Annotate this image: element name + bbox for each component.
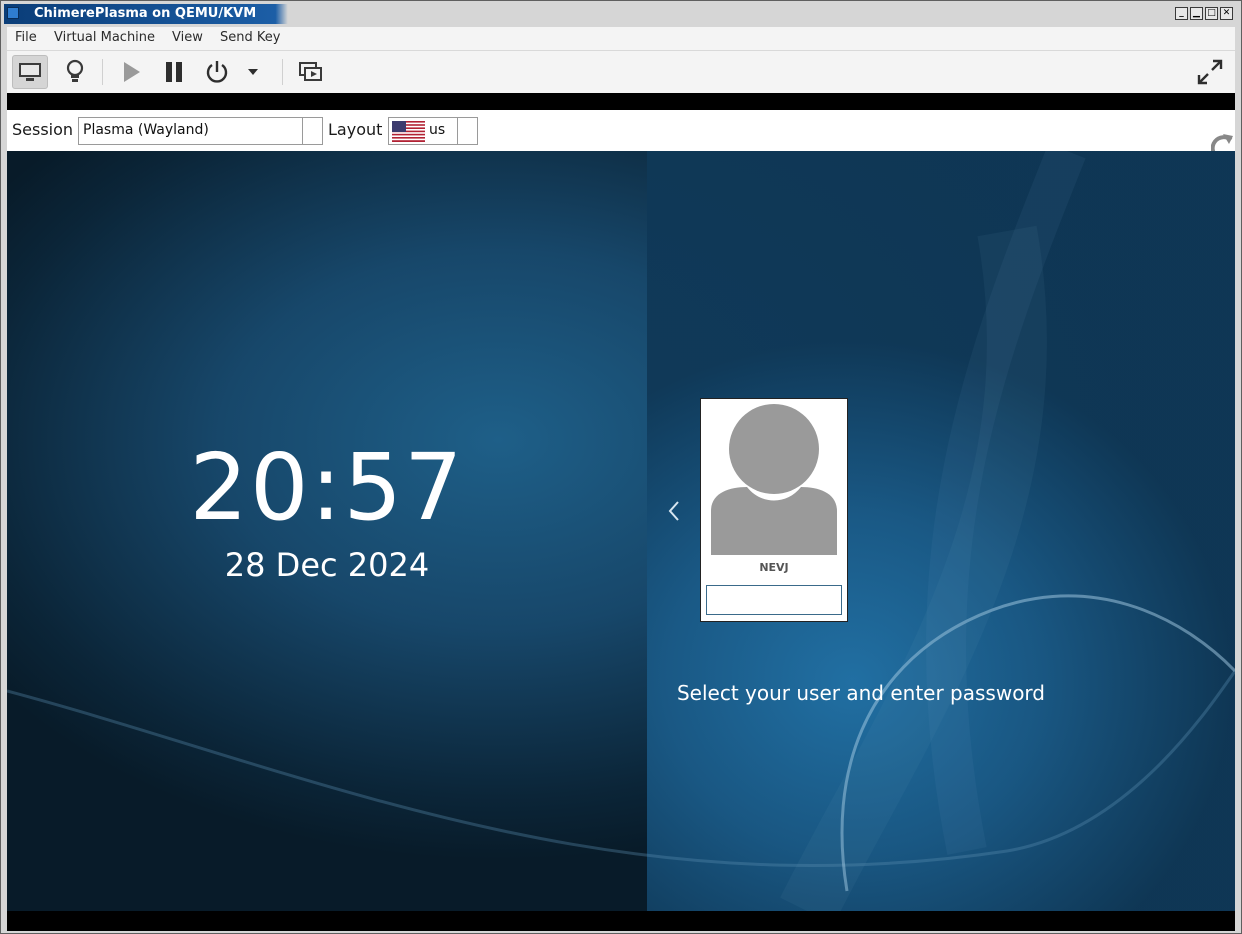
session-value: Plasma (Wayland): [83, 122, 209, 138]
console-button[interactable]: [12, 55, 48, 89]
power-icon: [206, 61, 228, 83]
maximize-button[interactable]: □: [1205, 7, 1218, 20]
vm-window: ChimerePlasma on QEMU/KVM _ ▁ □ ✕ File V…: [0, 0, 1242, 934]
menu-virtual-machine[interactable]: Virtual Machine: [54, 30, 155, 45]
details-button[interactable]: [57, 55, 93, 89]
shutdown-button[interactable]: [199, 55, 235, 89]
window-title: ChimerePlasma on QEMU/KVM: [34, 6, 257, 21]
layout-dropdown-button[interactable]: [457, 118, 477, 144]
shade-button[interactable]: ▁: [1190, 7, 1203, 20]
password-input[interactable]: [706, 585, 842, 615]
toolbar: [7, 51, 1235, 93]
toolbar-separator: [102, 59, 103, 85]
console-icon: [19, 63, 41, 81]
lightbulb-icon: [66, 59, 84, 82]
menu-send-key[interactable]: Send Key: [220, 30, 280, 45]
menu-view[interactable]: View: [172, 30, 203, 45]
layout-label: Layout: [328, 120, 383, 139]
title-bar[interactable]: ChimerePlasma on QEMU/KVM _ ▁ □ ✕: [4, 4, 1238, 24]
pause-button[interactable]: [156, 55, 192, 89]
user-card[interactable]: NEVJ: [700, 398, 848, 622]
fullscreen-button[interactable]: [1192, 55, 1228, 89]
menu-bar: File Virtual Machine View Send Key: [7, 27, 1235, 51]
guest-display[interactable]: Session Plasma (Wayland) Layout us 20:57…: [7, 93, 1235, 931]
dropdown-arrow-icon: [248, 69, 258, 75]
login-background: 20:57 28 Dec 2024 NEVJ Select your user …: [7, 151, 1235, 911]
layout-value: us: [429, 122, 446, 138]
snapshots-button[interactable]: [293, 55, 329, 89]
pause-icon: [166, 62, 182, 82]
shutdown-menu-button[interactable]: [239, 55, 267, 89]
login-hint: Select your user and enter password: [676, 681, 1045, 705]
session-label: Session: [12, 120, 74, 139]
minimize-button[interactable]: _: [1175, 7, 1188, 20]
session-bar: Session Plasma (Wayland) Layout us: [7, 110, 1235, 162]
us-flag-icon: [392, 121, 425, 142]
fullscreen-icon: [1197, 59, 1223, 85]
snapshots-icon: [299, 62, 322, 81]
run-button[interactable]: [113, 55, 149, 89]
menu-file[interactable]: File: [15, 30, 37, 45]
date: 28 Dec 2024: [224, 546, 430, 584]
toolbar-separator: [282, 59, 283, 85]
clock: 20:57: [189, 434, 465, 541]
session-select[interactable]: Plasma (Wayland): [78, 117, 323, 145]
layout-select[interactable]: us: [388, 117, 478, 145]
app-icon: [7, 7, 19, 19]
username: NEVJ: [759, 561, 789, 574]
close-button[interactable]: ✕: [1220, 7, 1233, 20]
session-dropdown-button[interactable]: [302, 118, 322, 144]
play-icon: [124, 62, 140, 82]
user-avatar-icon: [711, 404, 837, 555]
chevron-left-icon[interactable]: [662, 496, 686, 526]
